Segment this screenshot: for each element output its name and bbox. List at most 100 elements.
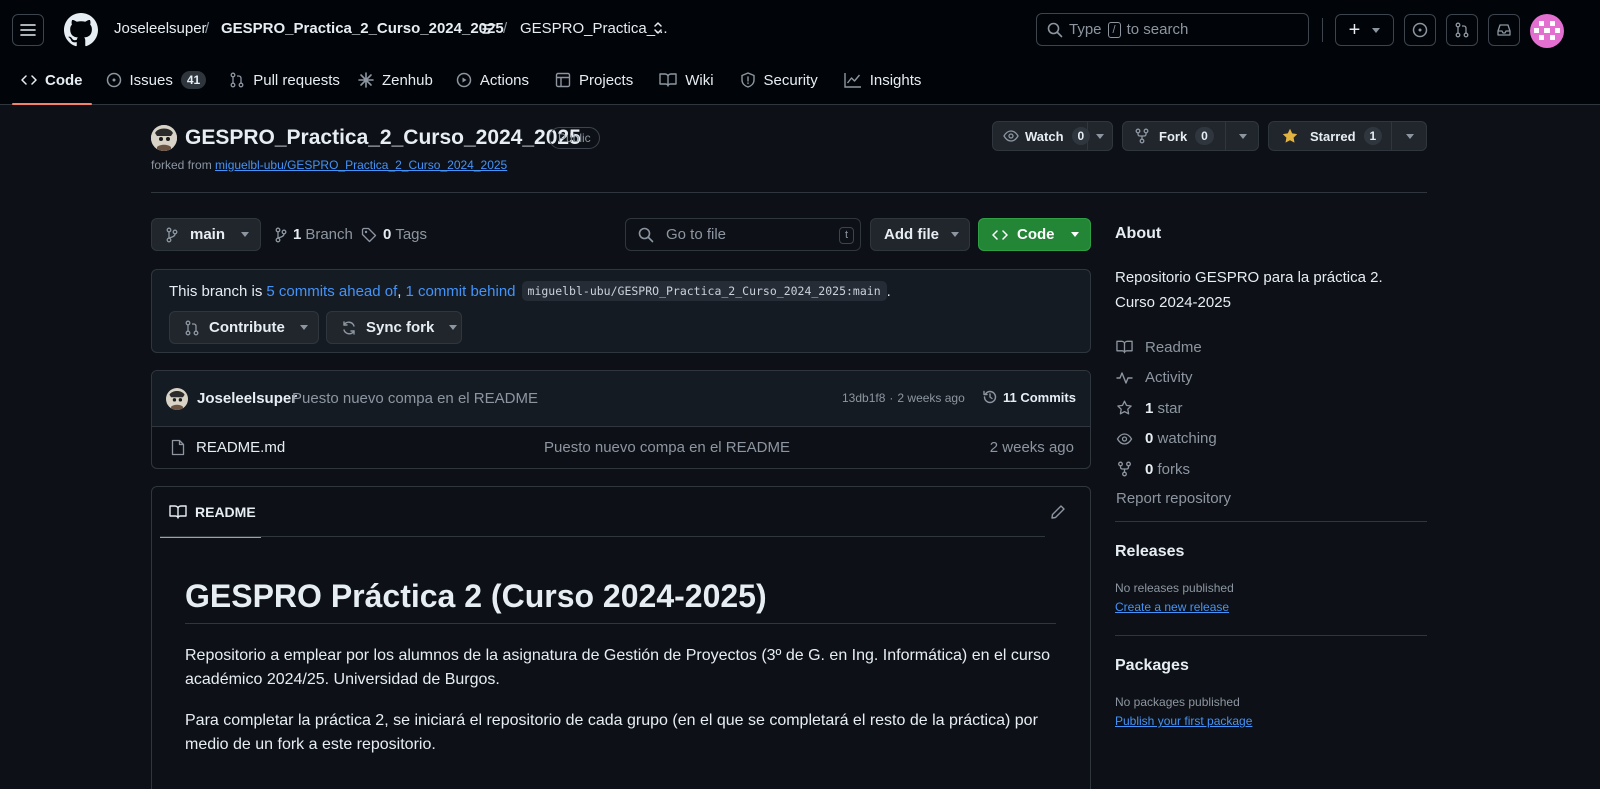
github-logo[interactable]	[64, 13, 98, 47]
behind-link[interactable]: 1 commit behind	[405, 283, 515, 300]
pull-request-icon	[184, 320, 200, 336]
title-divider	[151, 192, 1427, 193]
tab-pull-requests[interactable]: Pull requests	[215, 59, 349, 101]
tab-projects[interactable]: Projects	[538, 59, 642, 101]
stars-count: 1	[1145, 399, 1154, 417]
commit-message[interactable]: Puesto nuevo compa en el README	[292, 390, 538, 407]
commit-sha[interactable]: 13db1f8	[842, 391, 885, 405]
repo-title[interactable]: GESPRO_Practica_2_Curso_2024_2025	[185, 126, 581, 150]
sync-fork-button[interactable]: Sync fork	[326, 311, 462, 344]
tab-insights[interactable]: Insights	[827, 59, 931, 101]
activity-link[interactable]: Activity	[1116, 362, 1428, 393]
repo-link[interactable]: GESPRO_Practica_2_Curso_2024_2025	[221, 20, 504, 37]
tab-security[interactable]: Security	[723, 59, 827, 101]
commit-author[interactable]: Joseleelsuper	[197, 390, 297, 407]
tab-code[interactable]: Code	[12, 59, 92, 105]
tab-issues[interactable]: Issues 41	[92, 59, 216, 101]
readme-tab-label: README	[195, 504, 256, 520]
create-release-link[interactable]: Create a new release	[1115, 600, 1427, 614]
star-button[interactable]: Starred 1	[1268, 121, 1427, 151]
fork-icon	[1135, 128, 1149, 144]
eye-icon	[1116, 431, 1133, 447]
sidebar-divider-1	[1115, 521, 1427, 522]
issues-button[interactable]	[1404, 14, 1436, 46]
branch-status-box: This branch is 5 commits ahead of , 1 co…	[151, 269, 1091, 353]
history-icon	[982, 389, 998, 405]
readme-paragraph-2: Para completar la práctica 2, se iniciar…	[185, 712, 1038, 753]
shield-icon	[740, 72, 756, 88]
file-name[interactable]: README.md	[196, 439, 285, 456]
repo-avatar[interactable]	[151, 125, 177, 151]
caret-down-icon	[1070, 232, 1079, 237]
commit-author-avatar[interactable]	[166, 388, 188, 410]
owner-link[interactable]: Joseleelsuper	[114, 20, 207, 37]
ahead-link[interactable]: 5 commits ahead of	[266, 283, 397, 300]
repo-switcher[interactable]: GESPRO_Practica_...	[520, 20, 668, 37]
file-commit-message[interactable]: Puesto nuevo compa en el README	[544, 439, 790, 456]
contribute-button[interactable]: Contribute	[169, 311, 319, 344]
inbox-button[interactable]	[1488, 14, 1520, 46]
tab-pull-requests-label: Pull requests	[253, 71, 340, 89]
releases-empty: No releases published	[1115, 581, 1234, 595]
go-to-file-input[interactable]: Go to file t	[625, 218, 861, 251]
stars-link[interactable]: 1 star	[1116, 393, 1428, 423]
active-tab-underline	[12, 103, 92, 105]
commits-history-link[interactable]: 11 Commits	[982, 389, 1076, 405]
caret-down-icon	[1096, 134, 1104, 139]
book-icon	[659, 72, 677, 88]
fork-icon	[1116, 461, 1133, 477]
branch-select[interactable]: main	[151, 218, 261, 251]
tab-security-label: Security	[763, 71, 818, 89]
pulse-icon	[1116, 370, 1133, 386]
star-count: 1	[1363, 127, 1383, 145]
tab-readme[interactable]: README	[160, 487, 261, 538]
watch-button[interactable]: Watch 0	[992, 121, 1113, 151]
packages-title[interactable]: Packages	[1115, 657, 1427, 675]
code-icon	[992, 227, 1008, 243]
add-file-button[interactable]: Add file	[870, 218, 970, 251]
global-header: Joseleelsuper / GESPRO_Practica_2_Curso_…	[0, 0, 1600, 105]
menu-button[interactable]	[12, 14, 44, 46]
caret-down-icon	[449, 325, 458, 330]
forked-from-link[interactable]: miguelbl-ubu/GESPRO_Practica_2_Curso_202…	[215, 158, 507, 172]
add-file-label: Add file	[884, 226, 939, 243]
readme-link[interactable]: Readme	[1116, 332, 1428, 362]
create-new-button[interactable]: +	[1335, 14, 1394, 46]
tab-wiki[interactable]: Wiki	[642, 59, 722, 101]
chevron-up-down-icon[interactable]	[652, 19, 664, 37]
pull-requests-button[interactable]	[1446, 14, 1478, 46]
readme-paragraph-1: Repositorio a emplear por los alumnos de…	[185, 647, 1050, 688]
readme-box: README GESPRO Práctica 2 (Curso 2024-202…	[151, 486, 1091, 789]
forks-count: 0	[1145, 460, 1154, 478]
repo-nav: Code Issues 41 Pull requests Zenhub Acti…	[12, 59, 930, 105]
search-icon	[638, 227, 654, 243]
table-row[interactable]: README.md Puesto nuevo compa en el READM…	[152, 427, 1090, 468]
tag-count: 0	[383, 226, 392, 243]
forks-link[interactable]: 0 forks	[1116, 454, 1428, 484]
tab-actions[interactable]: Actions	[442, 59, 538, 101]
header-divider	[1322, 18, 1323, 42]
branches-link[interactable]: 1 Branch	[275, 226, 353, 243]
tab-insights-label: Insights	[869, 71, 922, 89]
about-description: Repositorio GESPRO para la práctica 2. C…	[1115, 269, 1383, 311]
graph-icon	[844, 72, 862, 88]
report-repository-link[interactable]: Report repository	[1116, 484, 1428, 514]
caret-down-icon	[299, 325, 308, 330]
releases-title[interactable]: Releases	[1115, 543, 1427, 561]
fork-button[interactable]: Fork 0	[1122, 121, 1259, 151]
file-list: Joseleelsuper Puesto nuevo compa en el R…	[151, 370, 1091, 469]
search-input[interactable]: Type / to search	[1036, 13, 1309, 46]
pencil-icon[interactable]	[1050, 504, 1066, 520]
watching-link[interactable]: 0 watching	[1116, 423, 1428, 454]
about-section: About Repositorio GESPRO para la práctic…	[1115, 225, 1427, 315]
latest-commit-bar: Joseleelsuper Puesto nuevo compa en el R…	[152, 371, 1090, 427]
tab-zenhub[interactable]: Zenhub	[349, 59, 442, 101]
avatar[interactable]	[1530, 14, 1564, 48]
status-prefix: This branch is	[169, 282, 263, 300]
tags-link[interactable]: 0 Tags	[361, 226, 427, 243]
path-separator: /	[205, 20, 210, 37]
code-button[interactable]: Code	[978, 218, 1091, 251]
repo-list-icon[interactable]	[482, 23, 496, 35]
releases-section: Releases No releases published Create a …	[1115, 543, 1427, 614]
publish-package-link[interactable]: Publish your first package	[1115, 714, 1427, 728]
